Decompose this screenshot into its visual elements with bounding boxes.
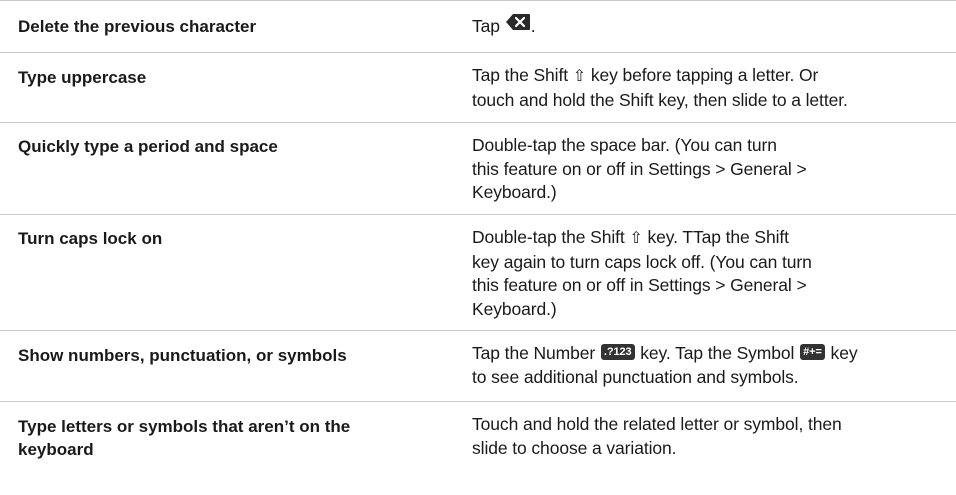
instruction-line: touch and hold the Shift key, then slide…	[472, 89, 848, 110]
instruction-cell: Double-tap the space bar. (You can turn …	[472, 123, 952, 214]
instruction-line: Tap the Shift ⇧ key before tapping a let…	[472, 65, 819, 85]
table-row: Show numbers, punctuation, or symbols Ta…	[0, 331, 956, 402]
instruction-cell: Double-tap the Shift ⇧ key. TTap the Shi…	[472, 215, 952, 330]
instruction-line: this feature on or off in Settings > Gen…	[472, 158, 807, 179]
action-label: Quickly type a period and space	[18, 137, 278, 156]
instruction-cell: Tap the Number .?123 key. Tap the Symbol…	[472, 331, 952, 401]
instruction-cell: Tap the Shift ⇧ key before tapping a let…	[472, 53, 952, 122]
instruction-text-end: .	[530, 16, 536, 36]
table-row: Delete the previous character Tap .	[0, 0, 956, 53]
table-row: Turn caps lock on Double-tap the Shift ⇧…	[0, 215, 956, 331]
action-label: Type letters or symbols that aren’t on t…	[18, 417, 351, 436]
action-cell: Show numbers, punctuation, or symbols	[0, 331, 472, 401]
action-cell: Delete the previous character	[0, 1, 472, 52]
delete-key-icon	[505, 13, 531, 38]
instruction-cell: Tap .	[472, 1, 952, 52]
instruction-line: Keyboard.)	[472, 298, 557, 319]
action-label: Show numbers, punctuation, or symbols	[18, 346, 347, 365]
table-row: Type uppercase Tap the Shift ⇧ key befor…	[0, 53, 956, 123]
instruction-line: slide to choose a variation.	[472, 437, 677, 458]
instruction-line: key again to turn caps lock off. (You ca…	[472, 251, 812, 272]
action-label: Type uppercase	[18, 68, 147, 87]
instruction-line: Tap the Number .?123 key. Tap the Symbol…	[472, 343, 858, 363]
instruction-cell: Touch and hold the related letter or sym…	[472, 402, 952, 493]
table-row: Type letters or symbols that aren’t on t…	[0, 402, 956, 493]
table-row: Quickly type a period and space Double-t…	[0, 123, 956, 215]
number-key-icon: .?123	[600, 344, 635, 361]
instruction-line: Keyboard.)	[472, 182, 557, 202]
keyboard-tips-table: Delete the previous character Tap . Type…	[0, 0, 956, 493]
instruction-line: to see additional punctuation and symbol…	[472, 366, 799, 387]
instruction-text: Tap	[472, 16, 505, 36]
action-label: Turn caps lock on	[18, 229, 163, 248]
action-label: Delete the previous character	[18, 17, 257, 36]
action-cell: Type uppercase	[0, 53, 472, 122]
instruction-line: this feature on or off in Settings > Gen…	[472, 275, 807, 295]
action-cell: Turn caps lock on	[0, 215, 472, 330]
instruction-line: Touch and hold the related letter or sym…	[472, 414, 842, 434]
action-label: keyboard	[18, 440, 94, 459]
action-cell: Quickly type a period and space	[0, 123, 472, 214]
instruction-line: Double-tap the space bar. (You can turn	[472, 135, 777, 155]
action-cell: Type letters or symbols that aren’t on t…	[0, 402, 472, 493]
shift-arrow-icon: ⇧	[629, 230, 643, 247]
instruction-line: Double-tap the Shift ⇧ key. TTap the Shi…	[472, 227, 789, 247]
symbol-key-icon: #+=	[800, 344, 825, 361]
shift-arrow-icon: ⇧	[572, 68, 587, 85]
